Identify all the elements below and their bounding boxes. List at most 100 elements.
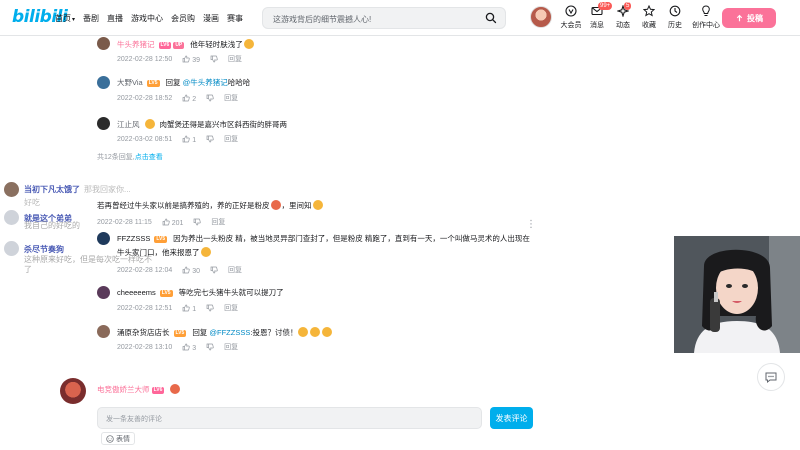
comment-username[interactable]: 电竞傲娇兰大师 (97, 385, 150, 394)
mention-link[interactable]: @牛头养猪记 (183, 78, 228, 87)
thumbs-up-icon (182, 266, 190, 273)
reply-username[interactable]: 大野Via (117, 78, 143, 87)
thumbs-down-icon[interactable] (206, 94, 214, 102)
avatar[interactable] (97, 37, 110, 50)
search-input[interactable]: 这游戏背后的细节震撼人心! (273, 14, 371, 25)
reply-username[interactable]: 江止风 (117, 120, 140, 129)
search-icon[interactable] (485, 12, 497, 24)
upload-button[interactable]: 投稿 (722, 8, 776, 28)
like-count: 201 (171, 219, 184, 227)
like-button[interactable]: 1 (182, 135, 196, 144)
level-badge: LV5 (173, 330, 187, 337)
emoji-label: 表情 (116, 435, 130, 443)
user-avatar[interactable] (530, 6, 552, 28)
avatar[interactable] (97, 232, 110, 245)
reply-button[interactable]: 回复 (228, 54, 242, 64)
reply-meta: 2022-02-28 12:51 1 回复 (117, 303, 238, 313)
reply-content: FFZZSSS LV5 因为养出一头粉皮 精，被当地灵异部门查封了，但是粉皮 精跑了… (117, 232, 537, 260)
reply-username[interactable]: 牛头养猪记 (117, 40, 155, 49)
like-button[interactable]: 30 (182, 266, 200, 275)
smiley-icon (106, 434, 114, 443)
feedback-button[interactable] (757, 363, 785, 391)
like-count: 1 (192, 136, 197, 144)
reply-text: 肉蟹煲还得是嘉兴市区斜西街的胖哥两 (159, 120, 288, 129)
send-comment-button[interactable]: 发表评论 (490, 407, 533, 429)
thumbs-down-icon[interactable] (210, 266, 218, 274)
avatar[interactable] (97, 325, 110, 338)
like-count: 39 (192, 56, 201, 64)
nav-item-comics[interactable]: 漫画 (203, 13, 219, 24)
reply-time: 2022-02-28 12:51 (117, 304, 173, 312)
reply-prefix: 回复 (192, 328, 208, 337)
reply-text: 等吃完七头猪牛头就可以提刀了 (178, 288, 284, 297)
reply-button[interactable]: 回复 (224, 303, 238, 313)
like-button[interactable]: 2 (182, 94, 196, 103)
upload-label: 投稿 (747, 13, 763, 23)
favorites-entry[interactable]: 收藏 (636, 5, 662, 30)
mention-link[interactable]: @FFZZSSS (209, 328, 250, 337)
emoji-icon (270, 200, 281, 210)
like-button[interactable]: 1 (182, 304, 196, 313)
thumbs-down-icon[interactable] (193, 218, 202, 226)
reply-button[interactable]: 回复 (224, 342, 238, 352)
reply-text: :投恩？讨债！ (250, 328, 298, 337)
creator-center-entry[interactable]: 创作中心 (688, 5, 724, 30)
search-bar[interactable]: 这游戏背后的细节震撼人心! (262, 7, 506, 29)
message-entry[interactable]: 99+ 消息 (584, 2, 613, 30)
vip-entry[interactable]: 大会员 (558, 5, 584, 30)
nav-item-game-center[interactable]: 游戏中心 (131, 13, 163, 24)
reply-meta: 2022-02-28 12:50 39 回复 (117, 54, 242, 64)
reply-button[interactable]: 回复 (228, 265, 242, 275)
avatar[interactable] (97, 117, 110, 130)
reply-prefix: 回复 (165, 78, 181, 87)
like-button[interactable]: 201 (162, 218, 184, 227)
nav-item-esports[interactable]: 赛事 (227, 13, 243, 24)
like-count: 30 (192, 267, 201, 275)
dynamic-badge: 5 (624, 2, 632, 10)
emoji-button[interactable]: 表情 (101, 432, 135, 445)
reply-username[interactable]: cheeeeems (117, 288, 156, 297)
avatar[interactable] (60, 378, 86, 404)
level-badge: LV5 (159, 290, 173, 297)
nav-item-live[interactable]: 直播 (107, 13, 123, 24)
comment-username-line: 电竞傲娇兰大师 LV6 (97, 384, 181, 395)
like-button[interactable]: 3 (182, 343, 196, 352)
danmaku-username: 杀尽节奏狗 (24, 245, 64, 254)
danmaku-text: 那我回家你... (84, 185, 131, 194)
thumbs-down-icon[interactable] (206, 304, 214, 312)
level-badge: LV5 (154, 236, 168, 243)
comment-time: 2022-02-28 11:15 (97, 218, 152, 226)
reply-button[interactable]: 回复 (211, 217, 225, 227)
avatar (4, 210, 19, 225)
history-entry[interactable]: 历史 (662, 5, 688, 30)
thumbs-down-icon[interactable] (206, 135, 214, 143)
reply-content: 牛头养猪记 LV6 UP 他年轻时肤浅了 (117, 39, 255, 50)
reply-button[interactable]: 回复 (224, 93, 238, 103)
thumbs-down-icon[interactable] (210, 55, 218, 63)
chat-bubble-icon (765, 372, 777, 384)
more-options-icon[interactable]: ⋮ (526, 219, 536, 230)
reply-content: 大野Via LV5 回复 @牛头养猪记哈哈哈 (117, 78, 250, 88)
view-more-link[interactable]: 点击查看 (135, 154, 163, 161)
comment-input[interactable]: 发一条友善的评论 (97, 407, 482, 429)
reply-username[interactable]: 涌原杂货店店长 (117, 328, 170, 337)
nav-item-vip-shop[interactable]: 会员购 (171, 13, 195, 24)
reply-time: 2022-02-28 12:04 (117, 266, 173, 274)
thumbs-down-icon[interactable] (206, 343, 214, 351)
dynamic-entry[interactable]: 5 动态 (610, 2, 636, 30)
top-navigation-bar: bilibili 首页 番剧 直播 游戏中心 会员购 漫画 赛事 这游戏背后的细… (0, 0, 800, 36)
nav-item-home[interactable]: 首页 (55, 13, 75, 24)
reply-time: 2022-03-02 08:51 (117, 135, 173, 143)
like-button[interactable]: 39 (182, 55, 200, 64)
reply-username[interactable]: FFZZSSS (117, 234, 150, 243)
top-icon-group: 大会员 99+ 消息 5 动态 收藏 历史 创作中心 (558, 2, 724, 30)
level-badge: LV6 (151, 387, 165, 394)
avatar[interactable] (97, 76, 110, 89)
emoji-icon (169, 384, 180, 394)
avatar[interactable] (97, 286, 110, 299)
nav-item-anime[interactable]: 番剧 (83, 13, 99, 24)
thumbs-up-icon (182, 55, 190, 62)
reply-button[interactable]: 回复 (224, 134, 238, 144)
emoji-icon (200, 247, 211, 257)
thumbs-up-icon (182, 94, 190, 101)
